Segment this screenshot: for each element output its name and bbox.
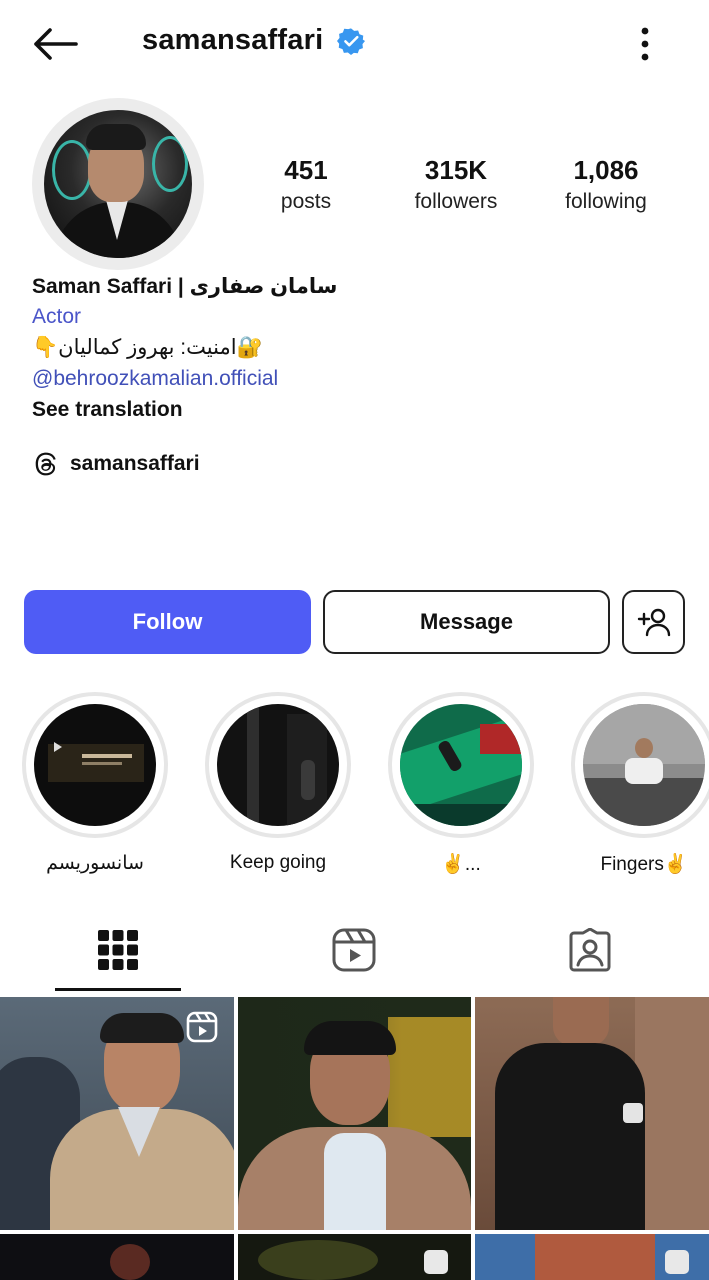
display-name: Saman Saffari | سامان صفاری	[32, 275, 338, 298]
highlight-label: Fingers✌️	[600, 854, 688, 875]
tab-tagged[interactable]	[472, 906, 708, 994]
posts-label: posts	[280, 190, 332, 213]
threads-link[interactable]: samansaffari	[32, 450, 200, 478]
post-thumbnail[interactable]	[238, 997, 471, 1230]
post-thumbnail[interactable]	[238, 1234, 471, 1280]
highlight-cover	[400, 704, 522, 826]
highlight-label: Keep going	[229, 852, 327, 873]
add-user-icon	[637, 608, 670, 637]
profile-category: Actor	[32, 305, 82, 328]
message-button[interactable]: Message	[323, 590, 610, 654]
follow-button[interactable]: Follow	[24, 590, 311, 654]
profile-bio: Saman Saffari | سامان صفاری Actor 👇امنیت…	[32, 272, 672, 425]
tab-reels[interactable]	[236, 906, 472, 994]
followers-label: followers	[414, 190, 498, 213]
back-arrow-icon[interactable]	[28, 22, 82, 66]
verified-badge-icon	[337, 27, 366, 55]
tab-posts[interactable]	[0, 906, 236, 994]
highlight-item[interactable]: Keep going	[198, 692, 358, 874]
stat-followers[interactable]: 315K followers	[376, 154, 536, 214]
avatar-image	[44, 110, 192, 258]
profile-header: samansaffari	[142, 24, 366, 57]
stat-posts[interactable]: 451 posts	[226, 154, 386, 214]
selected-tab-indicator	[55, 988, 181, 991]
post-thumbnail[interactable]	[0, 1234, 234, 1280]
story-highlights: سانسوریسم Keep going ✌️... Fingers✌️	[0, 688, 709, 878]
stat-following[interactable]: 1,086 following	[526, 154, 686, 214]
more-options-icon[interactable]	[628, 22, 662, 66]
reel-badge-icon	[186, 1011, 218, 1043]
highlight-label: ✌️...	[441, 854, 481, 875]
suggest-user-button[interactable]	[622, 590, 685, 654]
post-thumbnail[interactable]	[0, 997, 234, 1230]
profile-avatar[interactable]	[32, 98, 204, 270]
top-bar: samansaffari	[0, 0, 709, 88]
threads-username: samansaffari	[70, 452, 200, 475]
highlight-item[interactable]: ✌️...	[381, 692, 541, 876]
profile-username: samansaffari	[142, 24, 324, 56]
profile-tabs	[0, 906, 709, 994]
tagged-icon	[569, 928, 611, 972]
highlight-cover	[34, 704, 156, 826]
bio-text: 👇امنیت: بهروز کمالیان🔐	[32, 336, 263, 359]
highlight-item[interactable]: سانسوریسم	[15, 692, 175, 875]
bio-mention-link[interactable]: @behroozkamalian.official	[32, 363, 672, 394]
highlight-item[interactable]: Fingers✌️	[564, 692, 709, 876]
post-thumbnail[interactable]	[475, 1234, 709, 1280]
posts-count: 451	[284, 155, 328, 185]
posts-grid	[0, 997, 709, 1280]
following-count: 1,086	[573, 155, 639, 185]
reels-icon	[332, 928, 376, 972]
see-translation-link[interactable]: See translation	[32, 394, 672, 425]
following-label: following	[565, 190, 647, 213]
grid-icon	[98, 930, 138, 970]
threads-icon	[35, 452, 56, 476]
followers-count: 315K	[424, 155, 488, 185]
highlight-cover	[217, 704, 339, 826]
highlight-cover	[583, 704, 705, 826]
post-thumbnail[interactable]	[475, 997, 709, 1230]
highlight-label: سانسوریسم	[46, 853, 144, 874]
